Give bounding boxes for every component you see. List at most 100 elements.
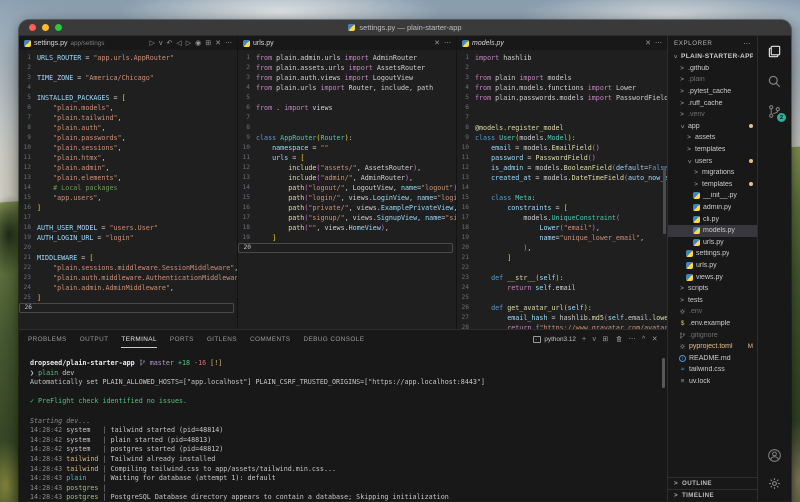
more-actions-icon[interactable]: ⋯ [629, 335, 636, 343]
tree-item-app[interactable]: >app [668, 121, 757, 133]
window-titlebar[interactable]: settings.py — plain-starter-app [19, 20, 791, 36]
tree-item-tailwind-css[interactable]: ≈tailwind.css [668, 364, 757, 376]
tree-item-assets[interactable]: >assets [668, 132, 757, 144]
close-icon[interactable]: ✕ [645, 40, 651, 47]
panel-tab-debug-console[interactable]: DEBUG CONSOLE [303, 330, 364, 348]
tree-item-urls-py[interactable]: urls.py [668, 260, 757, 272]
code-line: 14 # Local packages [19, 183, 237, 193]
code-line: 25 [457, 293, 667, 303]
more-actions-icon[interactable]: ⋯ [655, 40, 662, 47]
explorer-activity-icon[interactable] [767, 44, 782, 59]
close-icon[interactable]: ✕ [215, 40, 221, 47]
token: # Local packages [53, 183, 117, 193]
line-number: 15 [238, 193, 256, 203]
split-terminal-icon[interactable]: ⊞ [602, 335, 608, 343]
terminal-token: tailwind started (pid=48814) [111, 426, 224, 434]
account-icon[interactable] [767, 448, 782, 463]
tree-item--ruff-cache[interactable]: >.ruff_cache [668, 97, 757, 109]
tree-item-scripts[interactable]: >scripts [668, 283, 757, 295]
tree-item-label: templates [702, 181, 732, 188]
tree-item-urls-py[interactable]: urls.py [668, 237, 757, 249]
sidebar-more-actions-icon[interactable]: ⋯ [743, 40, 751, 48]
editor-scrollbar[interactable] [663, 166, 666, 234]
editor-tab-models.py[interactable]: models.py✕⋯ [457, 36, 667, 50]
token: "America/Chicago" [85, 73, 153, 83]
tree-item--init-py[interactable]: __init__.py [668, 190, 757, 202]
tree-item-models-py[interactable]: models.py [668, 225, 757, 237]
next-change-icon[interactable]: ▷ [186, 40, 191, 47]
sidebar-section-timeline[interactable]: >TIMELINE [668, 489, 757, 501]
close-panel-icon[interactable]: ✕ [652, 335, 658, 343]
code-line: 19 name="unique_lower_email", [457, 233, 667, 243]
launch-profile-dropdown-icon[interactable]: v [592, 336, 596, 343]
maximize-panel-icon[interactable]: ^ [642, 336, 646, 343]
tree-item-cli-py[interactable]: cli.py [668, 213, 757, 225]
source-control-activity-icon[interactable]: 2 [767, 104, 782, 119]
panel-tab-comments[interactable]: COMMENTS [250, 330, 290, 348]
tree-item-uv-lock[interactable]: ≡uv.lock [668, 376, 757, 388]
panel-tab-terminal[interactable]: TERMINAL [121, 330, 157, 348]
previous-change-icon[interactable]: ◁ [176, 40, 181, 47]
code-editor[interactable]: 1URLS_ROUTER = "app.urls.AppRouter"23TIM… [19, 50, 237, 313]
minimize-window-button[interactable] [42, 24, 49, 31]
more-actions-icon[interactable]: ⋯ [225, 40, 232, 47]
line-number: 15 [19, 193, 37, 203]
tree-item--venv[interactable]: >.venv [668, 109, 757, 121]
more-actions-icon[interactable]: ⋯ [444, 40, 451, 47]
split-editor-icon[interactable]: ⊞ [205, 40, 211, 47]
terminal-output[interactable]: dropseed/plain-starter-app master +18 -1… [19, 348, 667, 502]
active-terminal-shell[interactable]: › python3.12 [533, 336, 576, 343]
editor-tab-urls.py[interactable]: urls.py✕⋯ [238, 36, 456, 50]
line-number: 2 [19, 63, 37, 73]
git-modified-dot [749, 159, 753, 163]
tree-item--plain[interactable]: >.plain [668, 74, 757, 86]
tree-item-views-py[interactable]: views.py [668, 271, 757, 283]
terminal-token: 14:28:43 [30, 465, 66, 473]
token [475, 203, 507, 213]
editor-tab-settings.py[interactable]: settings.pyapp/settings▷v↶◁▷◉⊞✕⋯ [19, 36, 237, 50]
close-window-button[interactable] [29, 24, 36, 31]
tree-item--pytest-cache[interactable]: >.pytest_cache [668, 86, 757, 98]
sidebar-section-outline[interactable]: >OUTLINE [668, 477, 757, 489]
line-number: 3 [457, 73, 475, 83]
settings-gear-icon[interactable] [767, 476, 782, 491]
tree-item--gitignore[interactable]: .gitignore [668, 329, 757, 341]
debug-run-icon[interactable]: ◉ [195, 40, 201, 47]
terminal-scrollbar[interactable] [662, 358, 665, 388]
tree-item-admin-py[interactable]: admin.py [668, 202, 757, 214]
go-back-icon[interactable]: ↶ [166, 40, 172, 47]
code-line: 5 [238, 93, 456, 103]
token: class [256, 133, 280, 143]
tree-item-migrations[interactable]: >migrations [668, 167, 757, 179]
zoom-window-button[interactable] [55, 24, 62, 31]
tree-root-plain-starter-app[interactable]: >PLAIN-STARTER-APP [668, 51, 757, 63]
tree-item-templates[interactable]: >templates [668, 144, 757, 156]
tree-item-users[interactable]: >users [668, 155, 757, 167]
tree-item--env[interactable]: .env [668, 306, 757, 318]
code-editor[interactable]: 1import hashlib23from plain import model… [457, 50, 667, 329]
tree-item--github[interactable]: >.github [668, 63, 757, 75]
terminal-line: 14:28:42 system | tailwind started (pid=… [30, 426, 667, 436]
close-icon[interactable]: ✕ [434, 40, 440, 47]
run-dropdown-icon[interactable]: v [159, 40, 163, 47]
search-activity-icon[interactable] [767, 74, 782, 89]
run-python-file-icon[interactable]: ▷ [150, 40, 155, 47]
tree-item-pyproject-toml[interactable]: pyproject.tomlM [668, 341, 757, 353]
token: path [288, 183, 304, 193]
tree-item-tests[interactable]: >tests [668, 294, 757, 306]
tree-item--env-example[interactable]: $.env.example [668, 318, 757, 330]
token: = [109, 93, 121, 103]
panel-tab-problems[interactable]: PROBLEMS [28, 330, 67, 348]
tree-item-templates[interactable]: >templates [668, 179, 757, 191]
panel-tab-output[interactable]: OUTPUT [80, 330, 109, 348]
code-editor[interactable]: 1from plain.admin.urls import AdminRoute… [238, 50, 456, 253]
token: "plain.sessions.middleware.SessionMiddle… [53, 263, 234, 273]
panel-tab-gitlens[interactable]: GITLENS [207, 330, 237, 348]
tree-item-readme-md[interactable]: iREADME.md [668, 352, 757, 364]
new-terminal-icon[interactable]: + [582, 336, 587, 343]
kill-terminal-icon[interactable] [615, 335, 623, 343]
token: AUTH_LOGIN_URL [37, 233, 93, 243]
tree-item-settings-py[interactable]: settings.py [668, 248, 757, 260]
panel-tab-ports[interactable]: PORTS [170, 330, 194, 348]
tree-item-label: scripts [688, 285, 708, 292]
